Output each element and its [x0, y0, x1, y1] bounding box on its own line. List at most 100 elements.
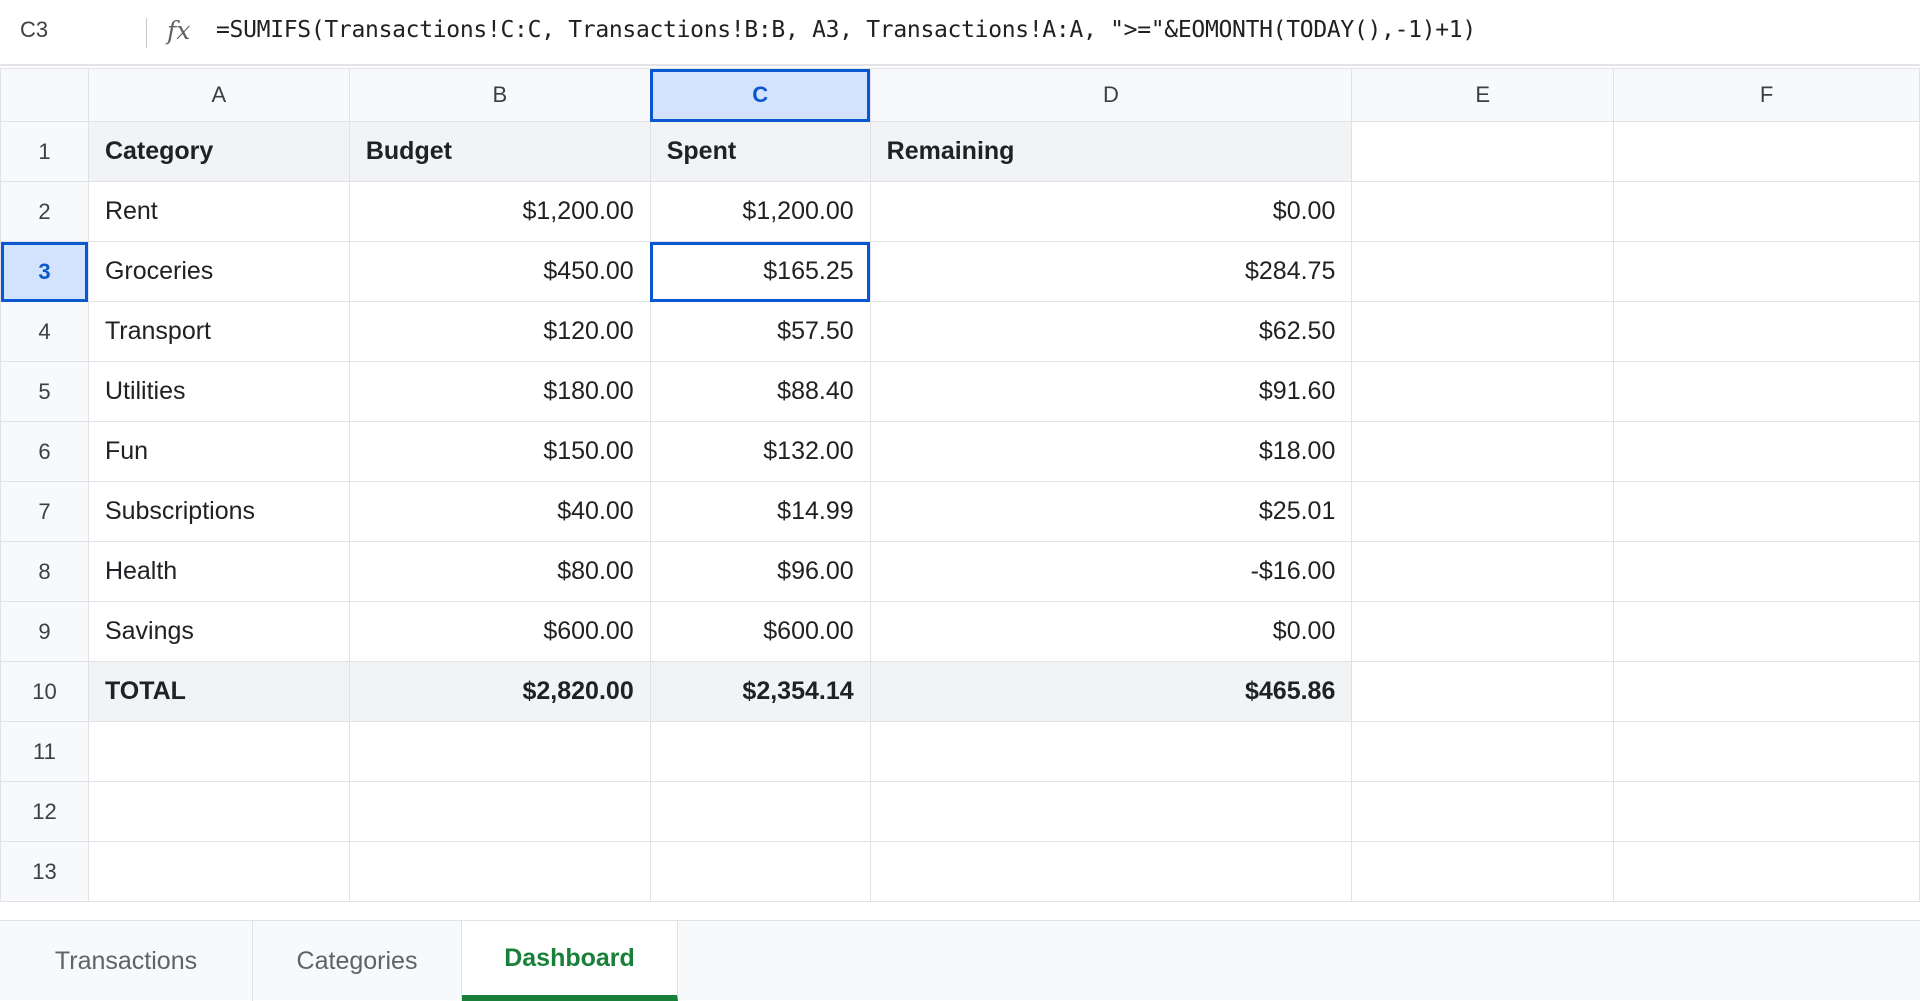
select-all-corner[interactable]	[0, 68, 89, 122]
cell-c5[interactable]: $88.40	[649, 361, 871, 422]
cell-d5[interactable]: $91.60	[869, 361, 1353, 422]
column-header-b[interactable]: B	[348, 68, 651, 122]
cell-f4[interactable]	[1613, 301, 1920, 362]
cell-e5[interactable]	[1351, 361, 1615, 422]
row-header[interactable]: 12	[0, 781, 89, 842]
cell-e11[interactable]	[1351, 721, 1615, 782]
cell-f5[interactable]	[1613, 361, 1920, 422]
cell-d1[interactable]: Remaining	[869, 121, 1353, 182]
cell-e4[interactable]	[1351, 301, 1615, 362]
cell-d3[interactable]: $284.75	[869, 241, 1353, 302]
cell-a9[interactable]: Savings	[87, 601, 350, 662]
cell-c1[interactable]: Spent	[649, 121, 871, 182]
cell-e13[interactable]	[1351, 841, 1615, 902]
cell-c10[interactable]: $2,354.14	[649, 661, 871, 722]
row-header[interactable]: 2	[0, 181, 89, 242]
row-header[interactable]: 8	[0, 541, 89, 602]
cell-c2[interactable]: $1,200.00	[649, 181, 871, 242]
cell-f7[interactable]	[1613, 481, 1920, 542]
column-header-e[interactable]: E	[1351, 68, 1615, 122]
cell-b12[interactable]	[348, 781, 651, 842]
cell-e2[interactable]	[1351, 181, 1615, 242]
cell-d12[interactable]	[869, 781, 1353, 842]
cell-c12[interactable]	[649, 781, 871, 842]
cell-b7[interactable]: $40.00	[348, 481, 651, 542]
column-header-f[interactable]: F	[1613, 68, 1920, 122]
cell-b8[interactable]: $80.00	[348, 541, 651, 602]
formula-input[interactable]: =SUMIFS(Transactions!C:C, Transactions!B…	[216, 17, 1476, 43]
row-header[interactable]: 7	[0, 481, 89, 542]
cell-b11[interactable]	[348, 721, 651, 782]
cell-e3[interactable]	[1351, 241, 1615, 302]
cell-b1[interactable]: Budget	[348, 121, 651, 182]
cell-b2[interactable]: $1,200.00	[348, 181, 651, 242]
sheet-tab-categories[interactable]: Categories	[253, 921, 462, 1001]
cell-e12[interactable]	[1351, 781, 1615, 842]
cell-c11[interactable]	[649, 721, 871, 782]
row-header[interactable]: 13	[0, 841, 89, 902]
cell-f10[interactable]	[1613, 661, 1920, 722]
row-header[interactable]: 5	[0, 361, 89, 422]
cell-d11[interactable]	[869, 721, 1353, 782]
cell-a7[interactable]: Subscriptions	[87, 481, 350, 542]
row-header[interactable]: 11	[0, 721, 89, 782]
cell-a2[interactable]: Rent	[87, 181, 350, 242]
cell-e10[interactable]	[1351, 661, 1615, 722]
cell-f9[interactable]	[1613, 601, 1920, 662]
column-header-c[interactable]: C	[649, 68, 871, 122]
row-header[interactable]: 4	[0, 301, 89, 362]
column-header-a[interactable]: A	[87, 68, 350, 122]
cell-a12[interactable]	[87, 781, 350, 842]
cell-a1[interactable]: Category	[87, 121, 350, 182]
cell-d6[interactable]: $18.00	[869, 421, 1353, 482]
cell-d2[interactable]: $0.00	[869, 181, 1353, 242]
row-header-selected[interactable]: 3	[0, 241, 89, 302]
cell-f13[interactable]	[1613, 841, 1920, 902]
cell-b5[interactable]: $180.00	[348, 361, 651, 422]
sheet-tab-dashboard-active[interactable]: Dashboard	[462, 921, 678, 1001]
cell-c13[interactable]	[649, 841, 871, 902]
cell-f2[interactable]	[1613, 181, 1920, 242]
cell-b10[interactable]: $2,820.00	[348, 661, 651, 722]
row-header[interactable]: 10	[0, 661, 89, 722]
cell-d9[interactable]: $0.00	[869, 601, 1353, 662]
cell-a4[interactable]: Transport	[87, 301, 350, 362]
cell-d4[interactable]: $62.50	[869, 301, 1353, 362]
cell-a3[interactable]: Groceries	[87, 241, 350, 302]
cell-e1[interactable]	[1351, 121, 1615, 182]
cell-c8[interactable]: $96.00	[649, 541, 871, 602]
cell-e9[interactable]	[1351, 601, 1615, 662]
cell-d8[interactable]: -$16.00	[869, 541, 1353, 602]
cell-f12[interactable]	[1613, 781, 1920, 842]
cell-c9[interactable]: $600.00	[649, 601, 871, 662]
cell-c3-active[interactable]: $165.25	[649, 241, 871, 302]
cell-b9[interactable]: $600.00	[348, 601, 651, 662]
cell-c4[interactable]: $57.50	[649, 301, 871, 362]
cell-c7[interactable]: $14.99	[649, 481, 871, 542]
cell-d10[interactable]: $465.86	[869, 661, 1353, 722]
cell-d13[interactable]	[869, 841, 1353, 902]
cell-a13[interactable]	[87, 841, 350, 902]
cell-a5[interactable]: Utilities	[87, 361, 350, 422]
row-header[interactable]: 9	[0, 601, 89, 662]
cell-b6[interactable]: $150.00	[348, 421, 651, 482]
cell-d7[interactable]: $25.01	[869, 481, 1353, 542]
cell-b3[interactable]: $450.00	[348, 241, 651, 302]
cell-a11[interactable]	[87, 721, 350, 782]
cell-f1[interactable]	[1613, 121, 1920, 182]
cell-f11[interactable]	[1613, 721, 1920, 782]
cell-c6[interactable]: $132.00	[649, 421, 871, 482]
cell-f8[interactable]	[1613, 541, 1920, 602]
cell-f3[interactable]	[1613, 241, 1920, 302]
cell-a10[interactable]: TOTAL	[87, 661, 350, 722]
row-header[interactable]: 1	[0, 121, 89, 182]
cell-e7[interactable]	[1351, 481, 1615, 542]
cell-b4[interactable]: $120.00	[348, 301, 651, 362]
name-box[interactable]: C3	[20, 17, 48, 43]
cell-f6[interactable]	[1613, 421, 1920, 482]
row-header[interactable]: 6	[0, 421, 89, 482]
cell-a8[interactable]: Health	[87, 541, 350, 602]
sheet-tab-transactions[interactable]: Transactions	[0, 921, 253, 1001]
cell-e8[interactable]	[1351, 541, 1615, 602]
cell-b13[interactable]	[348, 841, 651, 902]
